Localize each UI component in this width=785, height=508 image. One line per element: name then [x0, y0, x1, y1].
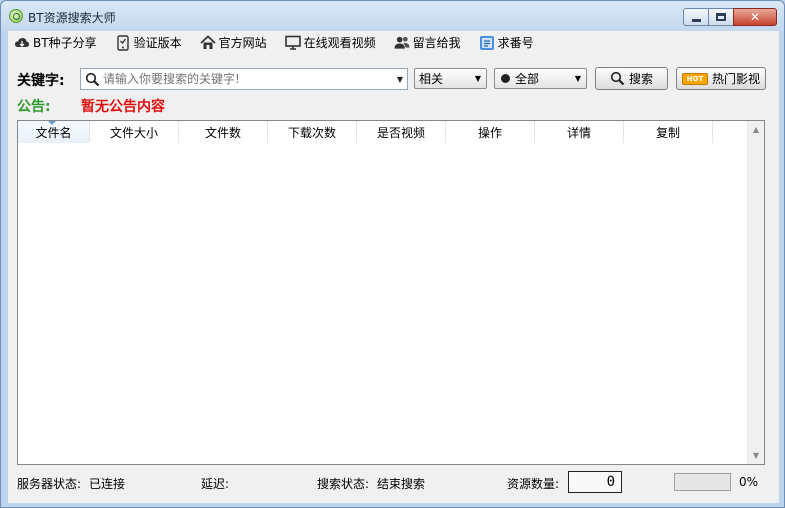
chevron-down-icon: ▼ — [474, 74, 481, 83]
hot-badge-icon: HOT — [681, 72, 708, 85]
menu-official-site[interactable]: 官方网站 — [199, 34, 267, 51]
window-title: BT资源搜索大师 — [28, 11, 116, 25]
search-row: 关键字: ▼ 相关 ▼ 全部 ▼ 搜索 — [8, 67, 779, 91]
menu-request-code[interactable]: 求番号 — [479, 34, 534, 51]
column-header-filename[interactable]: 文件名 — [18, 121, 90, 143]
column-header-action[interactable]: 操作 — [446, 121, 535, 143]
chevron-down-icon: ▼ — [574, 74, 581, 83]
minimize-button[interactable] — [683, 8, 709, 26]
maximize-icon — [716, 13, 726, 21]
house-icon — [199, 35, 216, 51]
search-status-label: 搜索状态: — [317, 477, 370, 491]
minimize-icon — [691, 18, 701, 22]
menu-bt-share-label: BT种子分享 — [33, 36, 97, 50]
hot-movies-button[interactable]: HOT 热门影视 — [676, 67, 766, 90]
hot-movies-button-label: 热门影视 — [711, 72, 760, 86]
column-header-downloads[interactable]: 下载次数 — [268, 121, 357, 143]
menu-leave-message[interactable]: 留言给我 — [394, 34, 461, 51]
resource-count-display: 0 — [568, 471, 622, 493]
menu-watch-online[interactable]: 在线观看视频 — [284, 34, 376, 51]
menu-verify-version[interactable]: 验证版本 — [115, 34, 182, 51]
scroll-up-icon[interactable]: ▲ — [748, 121, 764, 138]
sort-select-value: 相关 — [419, 72, 444, 86]
server-status-value: 已连接 — [89, 477, 126, 491]
filter-select-value: 全部 — [515, 72, 540, 86]
menu-bt-share[interactable]: BT种子分享 — [14, 34, 97, 51]
status-bar: 服务器状态: 已连接 延迟: 搜索状态: 结束搜索 资源数量: 0 0% — [8, 469, 779, 495]
phone-icon — [115, 34, 131, 51]
vertical-scrollbar[interactable]: ▲ ▼ — [747, 121, 764, 464]
title-bar[interactable]: BT资源搜索大师 ✕ — [1, 1, 784, 31]
keyword-combobox[interactable]: ▼ — [80, 68, 408, 90]
filter-select[interactable]: 全部 ▼ — [494, 68, 587, 89]
search-status-value: 结束搜索 — [377, 477, 426, 491]
keyword-label: 关键字: — [17, 73, 65, 89]
column-header-copy[interactable]: 复制 — [624, 121, 713, 143]
cloud-icon — [14, 35, 30, 51]
scroll-down-icon[interactable]: ▼ — [748, 447, 764, 464]
window-controls: ✕ — [683, 8, 777, 26]
notice-label: 公告: — [17, 99, 51, 115]
menu-bar: BT种子分享 验证版本 官方网站 在线观看视频 留言给我 求番号 — [8, 31, 779, 54]
main-window: BT资源搜索大师 ✕ BT种子分享 验证版本 官方网站 在线观看视频 留言给我 … — [0, 0, 785, 508]
keyword-input[interactable] — [103, 70, 393, 88]
column-header-filler — [713, 121, 749, 143]
search-button-label: 搜索 — [628, 72, 653, 86]
server-status-label: 服务器状态: — [17, 477, 82, 491]
column-header-filesize[interactable]: 文件大小 — [90, 121, 179, 143]
menu-watch-online-label: 在线观看视频 — [303, 36, 376, 50]
search-button[interactable]: 搜索 — [595, 67, 668, 90]
sort-select[interactable]: 相关 ▼ — [414, 68, 487, 89]
latency-label: 延迟: — [201, 477, 230, 491]
column-header-details[interactable]: 详情 — [535, 121, 624, 143]
column-header-filecount[interactable]: 文件数 — [179, 121, 268, 143]
record-dot-icon — [501, 74, 510, 83]
close-button[interactable]: ✕ — [733, 8, 777, 26]
progress-percent: 0% — [739, 475, 759, 489]
menu-verify-version-label: 验证版本 — [133, 36, 182, 50]
keyword-dropdown-arrow-icon[interactable]: ▼ — [393, 75, 407, 84]
results-table[interactable]: 文件名 文件大小 文件数 下载次数 是否视频 操作 详情 复制 ▲ ▼ — [17, 120, 765, 465]
progress-bar — [674, 473, 731, 491]
table-header: 文件名 文件大小 文件数 下载次数 是否视频 操作 详情 复制 — [18, 121, 749, 143]
column-header-is-video[interactable]: 是否视频 — [357, 121, 446, 143]
search-icon — [610, 71, 625, 86]
resource-count-label: 资源数量: — [507, 477, 560, 491]
notice-text: 暂无公告内容 — [81, 99, 165, 115]
client-area: BT种子分享 验证版本 官方网站 在线观看视频 留言给我 求番号 关键字: 请输… — [8, 31, 779, 503]
menu-request-code-label: 求番号 — [497, 36, 534, 50]
monitor-icon — [284, 35, 301, 51]
maximize-button[interactable] — [708, 8, 734, 26]
users-icon — [394, 35, 410, 51]
menu-official-site-label: 官方网站 — [218, 36, 267, 50]
menu-leave-message-label: 留言给我 — [412, 36, 461, 50]
app-logo-icon — [9, 9, 23, 23]
search-icon — [81, 72, 103, 87]
sticker-icon — [479, 35, 495, 51]
